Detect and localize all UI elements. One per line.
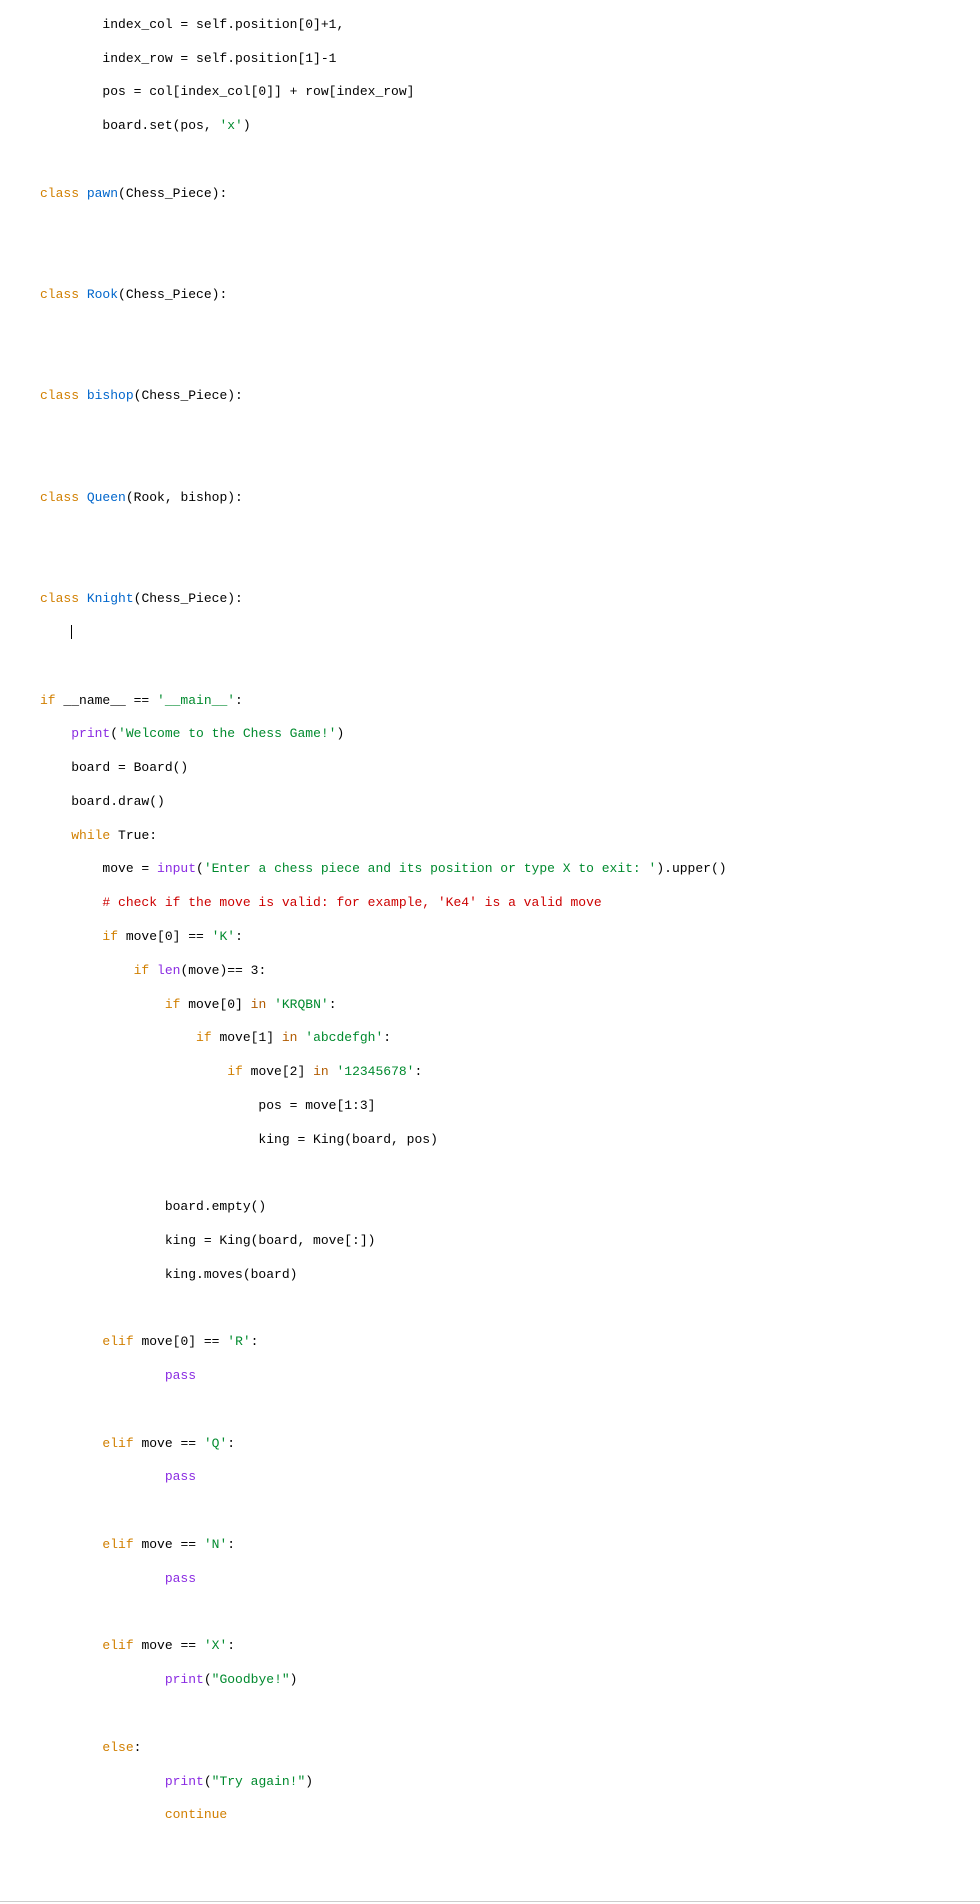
input-line: move = input('Enter a chess piece and it… [40, 861, 980, 878]
comment-line: # check if the move is valid: for exampl… [40, 895, 980, 912]
print-tryagain: print("Try again!") [40, 1774, 980, 1791]
pass-line: pass [40, 1469, 980, 1486]
if-in-krqbn: if move[0] in 'KRQBN': [40, 997, 980, 1014]
elif-q: elif move == 'Q': [40, 1436, 980, 1453]
code-line: board = Board() [40, 760, 980, 777]
pass-line: pass [40, 1571, 980, 1588]
if-in-digits: if move[2] in '12345678': [40, 1064, 980, 1081]
class-def-pawn: class pawn(Chess_Piece): [40, 186, 980, 203]
code-line: board.empty() [40, 1199, 980, 1216]
code-editor[interactable]: index_col = self.position[0]+1, index_ro… [0, 0, 980, 1861]
class-def-bishop: class bishop(Chess_Piece): [40, 388, 980, 405]
elif-n: elif move == 'N': [40, 1537, 980, 1554]
cursor-line [40, 625, 980, 642]
if-k: if move[0] == 'K': [40, 929, 980, 946]
pass-line: pass [40, 1368, 980, 1385]
if-len: if len(move)== 3: [40, 963, 980, 980]
if-in-abc: if move[1] in 'abcdefgh': [40, 1030, 980, 1047]
elif-x: elif move == 'X': [40, 1638, 980, 1655]
class-def-knight: class Knight(Chess_Piece): [40, 591, 980, 608]
else-line: else: [40, 1740, 980, 1757]
code-line: pos = move[1:3] [40, 1098, 980, 1115]
while-loop: while True: [40, 828, 980, 845]
print-goodbye: print("Goodbye!") [40, 1672, 980, 1689]
code-line: pos = col[index_col[0]] + row[index_row] [40, 84, 980, 101]
code-line: king = King(board, move[:]) [40, 1233, 980, 1250]
class-def-queen: class Queen(Rook, bishop): [40, 490, 980, 507]
code-line: king.moves(board) [40, 1267, 980, 1284]
code-line: board.set(pos, 'x') [40, 118, 980, 135]
text-cursor [71, 625, 72, 639]
code-line: index_col = self.position[0]+1, [40, 17, 980, 34]
code-line: board.draw() [40, 794, 980, 811]
continue-line: continue [40, 1807, 980, 1824]
print-welcome: print('Welcome to the Chess Game!') [40, 726, 980, 743]
code-line: king = King(board, pos) [40, 1132, 980, 1149]
class-def-rook: class Rook(Chess_Piece): [40, 287, 980, 304]
elif-r: elif move[0] == 'R': [40, 1334, 980, 1351]
code-line: index_row = self.position[1]-1 [40, 51, 980, 68]
main-guard: if __name__ == '__main__': [40, 693, 980, 710]
